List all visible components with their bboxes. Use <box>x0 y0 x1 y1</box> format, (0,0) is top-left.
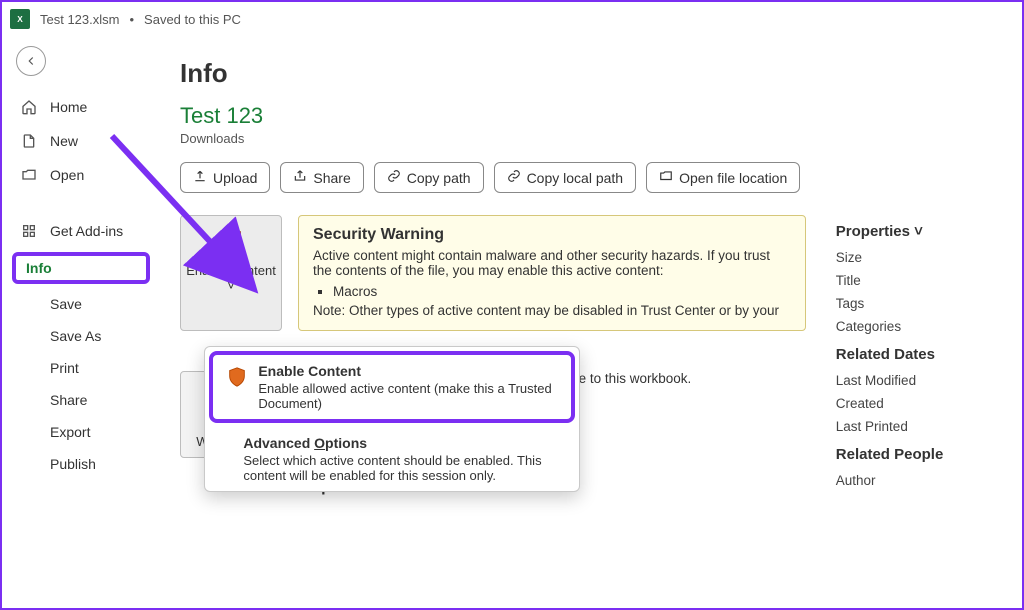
shield-icon <box>225 363 248 411</box>
page-heading: Info <box>180 58 1002 89</box>
dropdown-item1-desc: Enable allowed active content (make this… <box>258 381 559 411</box>
nav-open-label: Open <box>50 167 84 183</box>
nav-save[interactable]: Save <box>2 288 160 320</box>
share-icon <box>293 169 307 186</box>
link-icon <box>387 169 401 186</box>
enable-content-dropdown: Enable Content Enable allowed active con… <box>204 346 580 492</box>
prop-categories[interactable]: Categories <box>836 315 1002 338</box>
related-dates-header: Related Dates <box>836 346 1002 363</box>
title-separator: • <box>129 12 134 27</box>
main-panel: Info Test 123 Downloads Upload Share Cop… <box>160 36 1022 608</box>
open-location-button[interactable]: Open file location <box>646 162 800 193</box>
new-icon <box>20 132 38 150</box>
nav-print[interactable]: Print <box>2 352 160 384</box>
nav-save-label: Save <box>50 296 82 312</box>
security-warning-body: Active content might contain malware and… <box>313 248 791 278</box>
dropdown-item2-title: Advanced Options <box>243 435 567 451</box>
nav-publish-label: Publish <box>50 456 96 472</box>
security-bullet-macros: Macros <box>333 284 791 299</box>
dropdown-item2-desc: Select which active content should be en… <box>243 453 567 483</box>
prop-tags[interactable]: Tags <box>836 292 1002 315</box>
nav-saveas-label: Save As <box>50 328 101 344</box>
enable-content-label: Enable Content <box>185 263 277 293</box>
shield-icon <box>217 226 245 257</box>
dropdown-item1-title: Enable Content <box>258 363 559 379</box>
copy-local-path-button[interactable]: Copy local path <box>494 162 637 193</box>
nav-open[interactable]: Open <box>2 158 160 192</box>
security-warning-title: Security Warning <box>313 226 791 244</box>
link-icon <box>507 169 521 186</box>
upload-button[interactable]: Upload <box>180 162 270 193</box>
nav-new-label: New <box>50 133 78 149</box>
excel-app-icon: X <box>10 9 30 29</box>
file-title: Test 123 <box>180 103 1002 129</box>
sidebar: Home New Open Get Add-ins Info Save Save… <box>2 36 160 608</box>
share-button[interactable]: Share <box>280 162 363 193</box>
prop-created: Created <box>836 392 1002 415</box>
svg-text:X: X <box>17 15 23 24</box>
dropdown-advanced-options[interactable]: Advanced Options Select which active con… <box>205 427 579 491</box>
nav-addins-label: Get Add-ins <box>50 223 123 239</box>
related-people-header: Related People <box>836 446 1002 463</box>
nav-share[interactable]: Share <box>2 384 160 416</box>
nav-export-label: Export <box>50 424 90 440</box>
security-row: Enable Content Security Warning Active c… <box>180 215 806 331</box>
copy-path-button[interactable]: Copy path <box>374 162 484 193</box>
upload-icon <box>193 169 207 186</box>
nav-share-label: Share <box>50 392 87 408</box>
back-button[interactable] <box>16 46 46 76</box>
prop-title[interactable]: Title <box>836 269 1002 292</box>
titlebar: X Test 123.xlsm • Saved to this PC <box>2 2 1022 36</box>
nav-info[interactable]: Info <box>12 252 150 284</box>
enable-content-button[interactable]: Enable Content <box>180 215 282 331</box>
nav-info-label: Info <box>26 260 52 276</box>
prop-size[interactable]: Size <box>836 246 1002 269</box>
nav-new[interactable]: New <box>2 124 160 158</box>
nav-publish[interactable]: Publish <box>2 448 160 480</box>
properties-panel: Properties Size Title Tags Categories Re… <box>836 215 1002 518</box>
open-icon <box>20 166 38 184</box>
nav-home-label: Home <box>50 99 87 115</box>
prop-last-printed: Last Printed <box>836 415 1002 438</box>
folder-icon <box>659 169 673 186</box>
action-row: Upload Share Copy path Copy local path O… <box>180 162 1002 193</box>
nav-export[interactable]: Export <box>2 416 160 448</box>
window-save-status: Saved to this PC <box>144 12 241 27</box>
file-path: Downloads <box>180 131 1002 146</box>
nav-home[interactable]: Home <box>2 90 160 124</box>
properties-header[interactable]: Properties <box>836 223 1002 240</box>
dropdown-enable-content[interactable]: Enable Content Enable allowed active con… <box>209 351 575 423</box>
addins-icon <box>20 222 38 240</box>
nav-print-label: Print <box>50 360 79 376</box>
security-note: Note: Other types of active content may … <box>313 303 791 318</box>
prop-last-modified: Last Modified <box>836 369 1002 392</box>
nav-addins[interactable]: Get Add-ins <box>2 214 160 248</box>
window-filename: Test 123.xlsm <box>40 12 119 27</box>
nav-saveas[interactable]: Save As <box>2 320 160 352</box>
security-warning-box: Security Warning Active content might co… <box>298 215 806 331</box>
blank-icon <box>217 435 233 483</box>
prop-author: Author <box>836 469 1002 492</box>
home-icon <box>20 98 38 116</box>
